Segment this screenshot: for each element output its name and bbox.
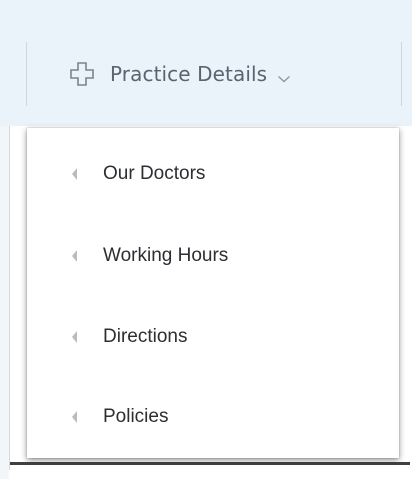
- caret-left-icon: [72, 411, 77, 423]
- nav-item-label: Practice Details: [110, 62, 268, 86]
- nav-item-practice-details[interactable]: Practice Details: [68, 54, 291, 94]
- chevron-down-icon: [277, 71, 291, 83]
- caret-left-icon: [72, 168, 77, 180]
- menu-item-working-hours[interactable]: Working Hours: [27, 236, 399, 276]
- menu-item-label: Directions: [103, 326, 188, 347]
- menu-item-policies[interactable]: Policies: [27, 397, 399, 437]
- dropdown-menu: Our Doctors Working Hours Directions Pol…: [27, 128, 399, 458]
- menu-item-label: Our Doctors: [103, 163, 206, 184]
- menu-item-our-doctors[interactable]: Our Doctors: [27, 154, 399, 194]
- nav-divider: [26, 42, 27, 106]
- caret-left-icon: [72, 250, 77, 262]
- menu-item-directions[interactable]: Directions: [27, 317, 399, 357]
- cross-outline-icon: [68, 60, 96, 88]
- bottom-shadow: [10, 462, 410, 465]
- menu-item-label: Working Hours: [103, 245, 229, 266]
- top-nav-bar: Practice Details: [0, 0, 412, 126]
- nav-divider: [401, 42, 402, 106]
- menu-item-label: Policies: [103, 406, 169, 427]
- caret-left-icon: [72, 331, 77, 343]
